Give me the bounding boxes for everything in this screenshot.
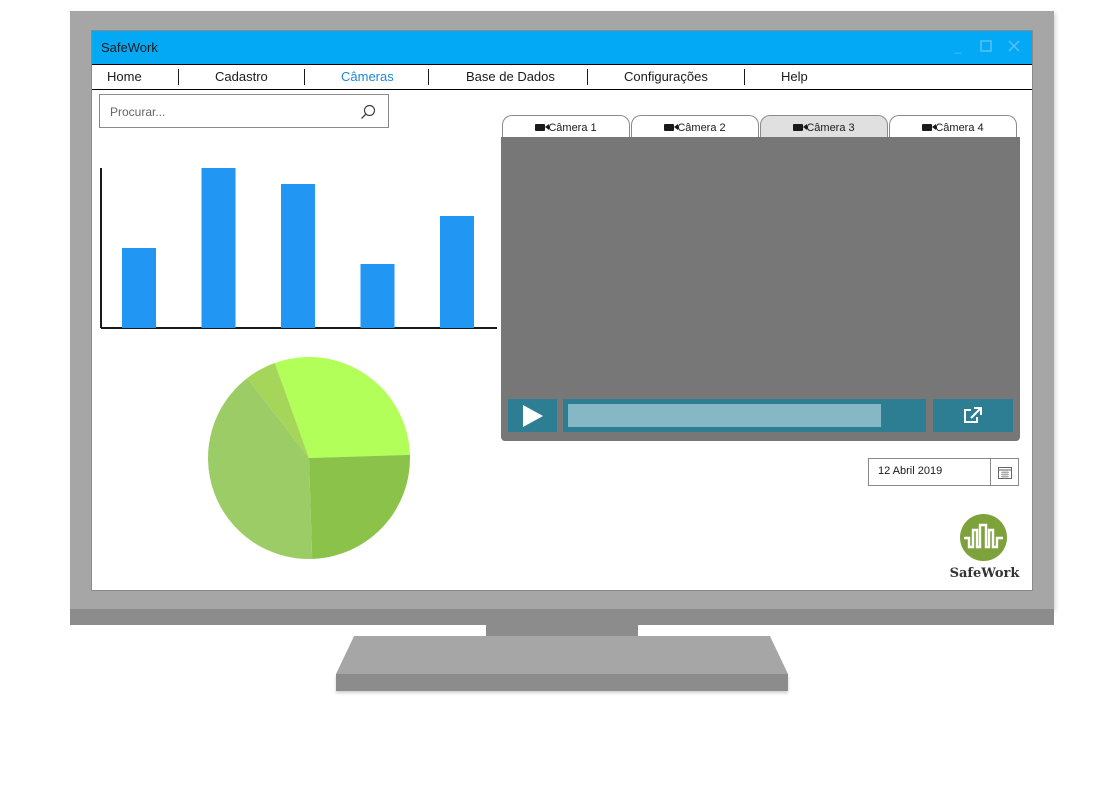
menu-separator: [428, 69, 429, 85]
menu-bar: Home Cadastro Câmeras Base de Dados Conf…: [92, 64, 1032, 90]
maximize-icon[interactable]: [979, 40, 993, 54]
menu-item-help[interactable]: Help: [781, 69, 808, 84]
menu-separator: [744, 69, 745, 85]
pie-slice-2: [309, 454, 410, 559]
video-camera-icon: [664, 123, 679, 131]
tab-camera-1[interactable]: Câmera 1: [502, 115, 630, 137]
date-value: 12 Abril 2019: [878, 465, 943, 477]
play-icon: [523, 405, 543, 427]
search-icon[interactable]: [360, 104, 376, 120]
safework-logo: SafeWork: [947, 514, 1022, 586]
external-link-icon: [964, 407, 982, 423]
tab-camera-3[interactable]: Câmera 3: [760, 115, 888, 137]
date-picker[interactable]: 12 Abril 2019: [868, 458, 1019, 486]
bar-1: [122, 248, 156, 328]
progress-fill: [568, 404, 881, 427]
search-box: [99, 94, 389, 128]
open-external-button[interactable]: [933, 399, 1013, 432]
bar-4: [360, 264, 395, 328]
tab-camera-4[interactable]: Câmera 4: [889, 115, 1017, 137]
title-bar: SafeWork _: [92, 31, 1032, 64]
bar-3: [281, 184, 315, 328]
tab-camera-2[interactable]: Câmera 2: [631, 115, 759, 137]
close-icon[interactable]: [1007, 40, 1021, 54]
search-input[interactable]: [108, 102, 352, 122]
menu-item-home[interactable]: Home: [107, 69, 142, 84]
app-window: SafeWork _ Home Cadastro Câmeras Base de…: [91, 30, 1033, 591]
monitor-stand-base: [336, 636, 788, 674]
play-button[interactable]: [508, 399, 557, 432]
menu-item-base-de-dados[interactable]: Base de Dados: [466, 69, 555, 84]
menu-separator: [178, 69, 179, 85]
video-camera-icon: [793, 123, 808, 131]
progress-bar[interactable]: [563, 399, 926, 432]
menu-item-configuracoes[interactable]: Configurações: [624, 69, 708, 84]
minimize-icon[interactable]: _: [951, 40, 965, 54]
video-player[interactable]: [501, 137, 1020, 441]
monitor-stand-foot: [336, 674, 788, 691]
pie-chart: [207, 357, 410, 559]
video-camera-icon: [922, 123, 937, 131]
window-title: SafeWork: [101, 40, 158, 55]
menu-separator: [587, 69, 588, 85]
logo-mark: [960, 514, 1007, 561]
menu-item-cameras[interactable]: Câmeras: [341, 69, 394, 84]
bar-5: [440, 216, 474, 328]
logo-text: SafeWork: [949, 566, 1020, 581]
bar-2: [201, 168, 236, 328]
calendar-button[interactable]: [990, 459, 1018, 485]
tab-label: Câmera 2: [677, 122, 726, 134]
tab-label: Câmera 3: [806, 122, 855, 134]
menu-item-cadastro[interactable]: Cadastro: [215, 69, 268, 84]
video-camera-icon: [535, 123, 550, 131]
bar-chart: [100, 168, 497, 329]
menu-separator: [304, 69, 305, 85]
calendar-icon: [998, 467, 1012, 479]
tab-label: Câmera 4: [935, 122, 984, 134]
tab-label: Câmera 1: [548, 122, 597, 134]
